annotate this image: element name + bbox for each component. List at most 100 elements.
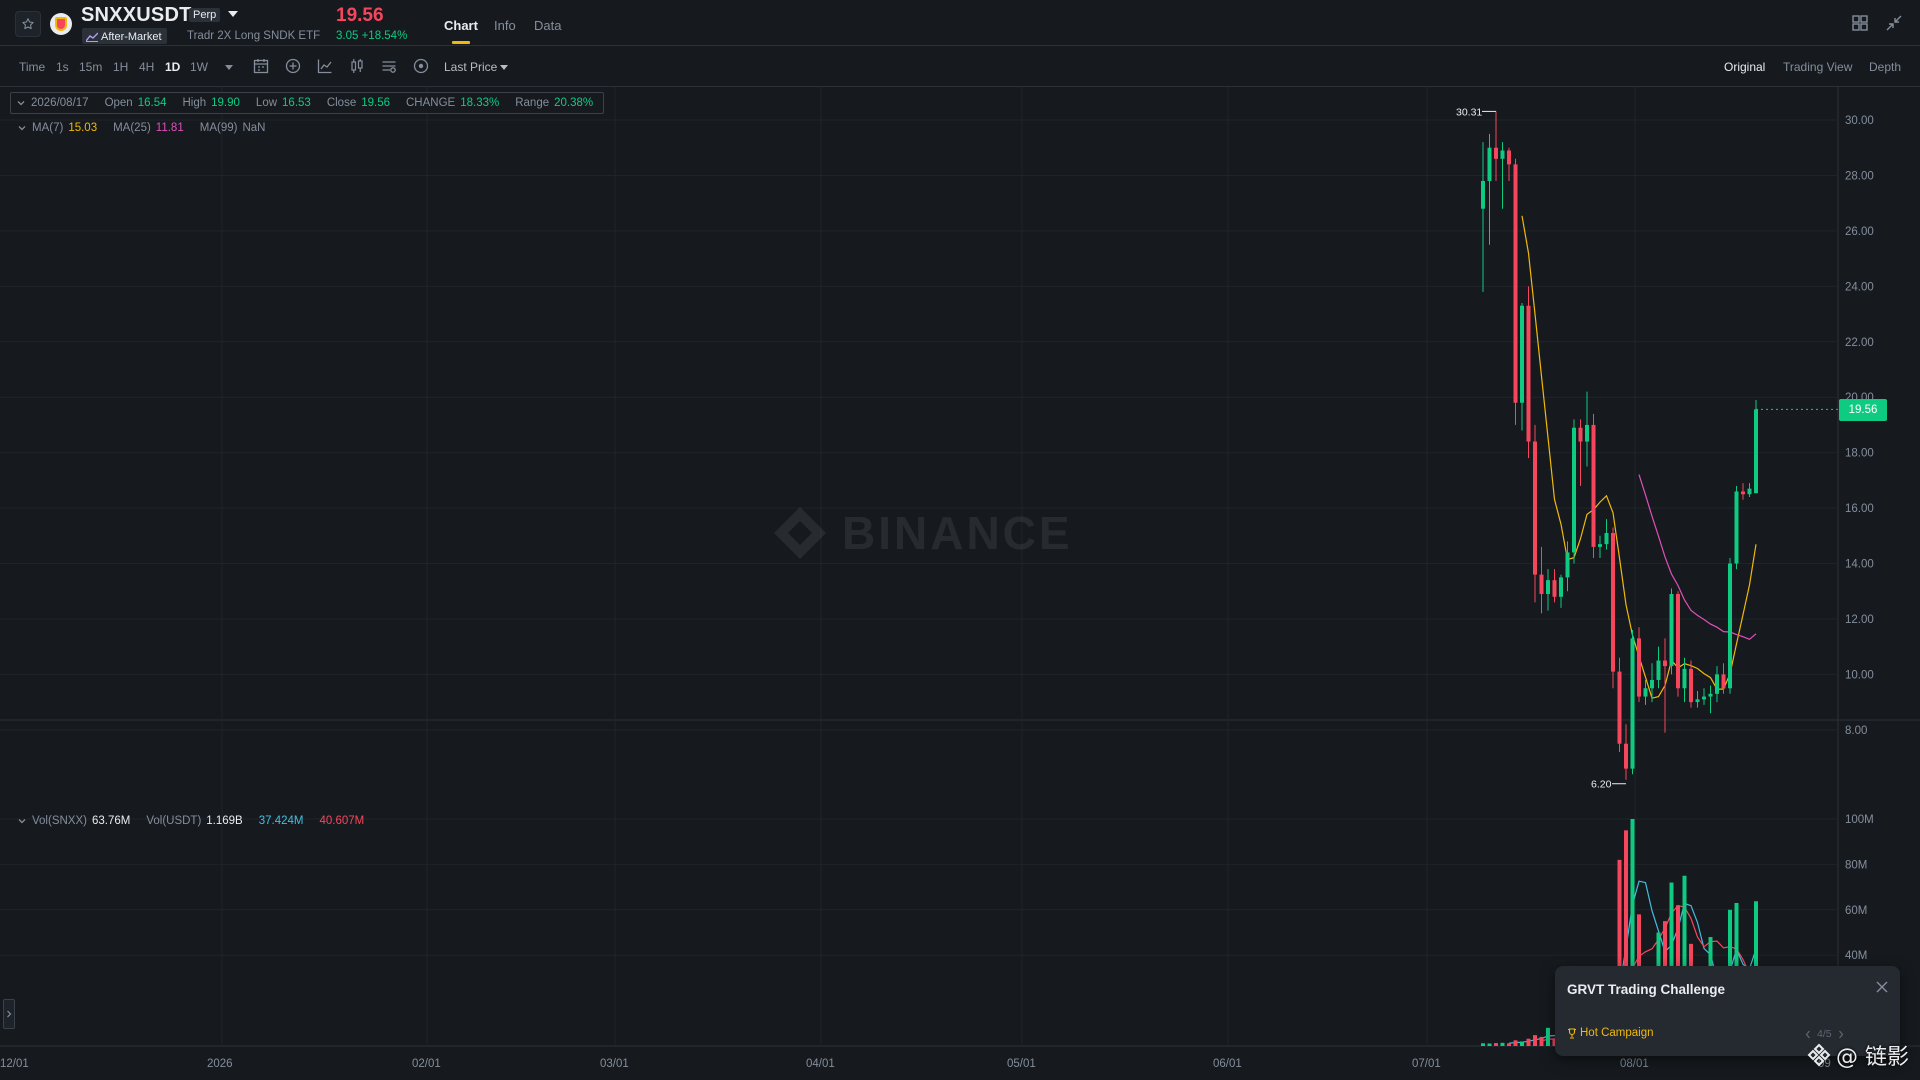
candle-body [1676,594,1680,689]
candle-body [1624,743,1628,769]
vol-ma2-value: 40.607M [319,815,365,827]
vol-quote-value: 1.169B [206,815,243,827]
candle-body [1754,409,1758,494]
vol-base-value: 63.76M [91,815,131,827]
tab-info[interactable]: Info [494,18,516,33]
volume-bar [1481,1043,1485,1046]
timeframe-1h[interactable]: 1H [113,60,128,74]
ma99-value: NaN [242,122,266,134]
timeframe-1d[interactable]: 1D [165,60,180,74]
candle-body [1481,180,1485,209]
timeframe-1w[interactable]: 1W [190,60,208,74]
indicator-icon[interactable] [316,57,334,75]
chevron-down-icon[interactable] [16,98,26,108]
candle-body [1572,427,1576,553]
candle-body [1533,441,1537,575]
chevron-down-icon[interactable] [17,816,27,826]
view-trading-view[interactable]: Trading View [1783,60,1852,74]
high-marker-label: 30.31 [1456,106,1482,118]
candle-body [1741,491,1745,495]
chevron-left-icon[interactable] [1805,1030,1811,1039]
price-tick-label: 18.00 [1845,448,1874,460]
candle-body [1747,488,1752,495]
timeframe-15m[interactable]: 15m [79,60,102,74]
change-label: CHANGE [406,97,456,109]
timeframe-4h[interactable]: 4H [139,60,154,74]
candle-body [1507,150,1511,165]
candle-body [1702,696,1706,700]
binance-logo-icon [1807,1043,1831,1067]
date-tick-label: 06/01 [1213,1058,1242,1070]
close-value: 19.56 [361,97,390,109]
candle-body [1591,424,1596,547]
candle-body [1695,699,1700,703]
high-label: High [182,97,207,109]
chevron-right-icon [7,1010,12,1018]
calendar-icon[interactable] [252,57,270,75]
symbol-dropdown-icon[interactable] [228,11,238,17]
timeframe-time[interactable]: Time [19,60,45,74]
chevron-down-icon[interactable] [17,123,27,133]
ma7-value: 15.03 [68,122,98,134]
open-label: Open [104,97,133,109]
ma99-label: MA(99) [199,122,238,134]
favorite-button[interactable] [15,11,41,37]
drawing-panel-toggle[interactable] [3,999,15,1029]
price-tick-label: 26.00 [1845,226,1874,238]
candle-body [1689,668,1693,703]
tab-data[interactable]: Data [534,18,561,33]
change-value: 18.33% [460,97,500,109]
volume-bar [1526,1038,1531,1046]
timeframe-1s[interactable]: 1s [56,60,69,74]
settings-sliders-icon[interactable] [380,57,398,75]
candle-body [1520,305,1524,403]
candle-body [1539,574,1544,595]
view-original[interactable]: Original [1724,60,1765,74]
price-chart[interactable]: BINANCE 30.0028.0026.0024.0022.0020.0018… [0,87,1920,1080]
contract-badge: Perp [189,8,221,22]
close-icon[interactable] [1875,980,1889,994]
chevron-right-icon[interactable] [1838,1030,1844,1039]
price-type-select[interactable]: Last Price [444,60,497,74]
trophy-icon [1568,1027,1576,1039]
volume-tick-label: 60M [1845,905,1867,917]
candle-body [1585,424,1589,442]
instrument-name: Tradr 2X Long SNDK ETF [187,30,321,42]
candle-body [1494,147,1498,159]
range-value: 20.38% [554,97,594,109]
price-type-dropdown-icon[interactable] [500,65,508,70]
open-value: 16.54 [137,97,167,109]
collapse-icon[interactable] [1885,14,1903,32]
tab-chart[interactable]: Chart [444,18,478,33]
ohlc-legend: 2026/08/17 Open 16.54 High 19.90 Low 16.… [10,92,605,114]
ma7-label: MA(7) [32,122,64,134]
date-tick-label: 08/01 [1620,1058,1649,1070]
date-tick-label: 07/01 [1412,1058,1441,1070]
symbol-name[interactable]: SNXXUSDT [81,4,192,27]
timeframe-more-icon[interactable] [225,65,233,70]
volume-bar [1507,1043,1511,1046]
plus-circle-icon[interactable] [284,57,302,75]
volume-bar [1546,1027,1550,1046]
price-tick-label: 28.00 [1845,170,1874,182]
candle-body [1559,577,1563,597]
volume-bar [1500,1042,1505,1046]
price-tick-label: 30.00 [1845,115,1874,127]
view-depth[interactable]: Depth [1869,60,1901,74]
vol-quote-label: Vol(USDT) [146,815,202,827]
price-tick-label: 12.00 [1845,614,1874,626]
popup-tag[interactable]: Hot Campaign [1567,1027,1654,1039]
target-icon[interactable] [412,57,430,75]
volume-tick-label: 40M [1845,950,1867,962]
volume-tick-label: 100M [1845,814,1874,826]
candle-type-icon[interactable] [348,57,366,75]
date-tick-label: 02/01 [412,1058,441,1070]
ma25-value: 11.81 [155,122,184,134]
layout-grid-icon[interactable] [1851,14,1869,32]
candle-body [1728,563,1732,689]
price-tick-label: 24.00 [1845,281,1874,293]
candle-body [1708,693,1713,697]
date-tick-label: 05/01 [1007,1058,1036,1070]
date-tick-label: 12/01 [0,1058,29,1070]
session-badge: After-Market [82,28,167,44]
